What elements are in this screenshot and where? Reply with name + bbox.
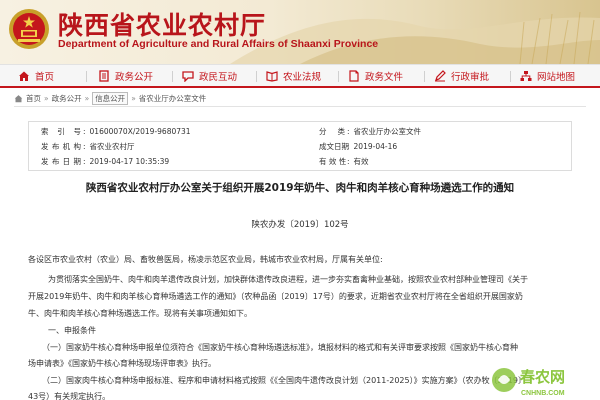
breadcrumb-separator: » — [131, 93, 136, 103]
nav-item-sitemap[interactable]: 网站地图 — [520, 65, 575, 87]
divider — [14, 106, 586, 107]
meta-label: 成文日期 — [319, 141, 349, 151]
site-header: 陕西省农业农村厅 Department of Agriculture and R… — [0, 0, 600, 64]
nav-item-regulations[interactable]: 农业法规 — [266, 65, 321, 87]
nav-item-gov-documents[interactable]: 政务文件 — [348, 65, 403, 87]
watermark-logo: 春农网 CNHNB.COM — [492, 368, 565, 397]
breadcrumb-item-gov-affairs[interactable]: 政务公开 — [52, 93, 82, 104]
meta-index-value: 01600070X/2019-9680731 — [89, 126, 191, 136]
nav-item-label: 网站地图 — [537, 72, 576, 83]
pen-icon — [435, 70, 446, 82]
meta-label: 索 引 号 — [41, 126, 81, 136]
meta-label: 分 类 — [319, 126, 345, 136]
article-paragraph-line: 为贯彻落实全国奶牛、肉牛和肉羊遗传改良计划，加快群体遗传改良进程，进一步夯实畜禽… — [48, 275, 528, 284]
meta-category-value: 省农业厅办公室文件 — [353, 126, 422, 136]
site-subtitle: Department of Agriculture and Rural Affa… — [58, 38, 379, 50]
main-nav: 首页 政务公开 政民互动 农业法规 政务文件 行政审批 网站地图 — [0, 64, 600, 88]
article-paragraph-line: （二）国家肉牛核心育种场申报标准、程序和申请材料格式按照《《全国肉牛遗传改良计划… — [42, 376, 526, 385]
document-meta-box: 索 引 号: 01600070X/2019-9680731 分 类: 省农业厅办… — [28, 121, 572, 171]
watermark-text-en: CNHNB.COM — [521, 390, 565, 397]
chat-icon — [182, 71, 194, 82]
sitemap-icon — [520, 71, 532, 81]
nav-item-label: 首页 — [35, 72, 55, 83]
section-heading: 一、申报条件 — [48, 326, 96, 335]
nav-item-label: 农业法规 — [283, 72, 322, 83]
article-title: 陕西省农业农村厅办公室关于组织开展2019年奶牛、肉牛和肉羊核心育种场遴选工作的… — [85, 182, 515, 194]
meta-row: 发布日期: 2019-04-17 10:35:39 — [41, 156, 170, 166]
nav-divider — [338, 71, 339, 82]
site-title[interactable]: 陕西省农业农村厅 — [58, 6, 266, 42]
nav-divider — [256, 71, 257, 82]
nav-item-label: 行政审批 — [451, 72, 490, 83]
article-paragraph-line: 场申请表》《国家奶牛核心育种场现场评审表》执行。 — [28, 359, 216, 368]
meta-row: 索 引 号: 01600070X/2019-9680731 — [41, 126, 191, 136]
article-recipients: 各设区市农业农村（农业）局、畜牧兽医局，杨凌示范区农业局，韩城市农业农村局，厅属… — [28, 255, 383, 264]
nav-item-label: 政民互动 — [199, 72, 238, 83]
file-icon — [349, 70, 359, 82]
nav-divider — [424, 71, 425, 82]
home-icon — [19, 71, 29, 81]
meta-pub-date-value: 2019-04-17 10:35:39 — [89, 156, 170, 166]
nav-divider — [510, 71, 511, 82]
meta-doc-date-value: 2019-04-16 — [353, 141, 398, 151]
document-number: 陕农办发〔2019〕102号 — [251, 220, 349, 230]
nav-divider — [172, 71, 173, 82]
meta-row: 分 类: 省农业厅办公室文件 — [319, 126, 422, 136]
breadcrumb-separator: » — [84, 93, 90, 103]
nav-item-approval[interactable]: 行政审批 — [434, 65, 489, 87]
breadcrumb-item-home[interactable]: 首页 — [26, 93, 41, 104]
breadcrumb-item-office-files[interactable]: 省农业厅办公室文件 — [139, 93, 207, 104]
home-icon — [14, 94, 23, 102]
meta-validity-value: 有效 — [353, 156, 369, 166]
breadcrumb-item-info[interactable]: 信息公开 — [92, 91, 129, 105]
meta-row: 有 效 性: 有效 — [319, 156, 369, 166]
nav-item-interaction[interactable]: 政民互动 — [182, 65, 237, 87]
meta-row: 成文日期: 2019-04-16 — [319, 141, 398, 151]
article-paragraph-line: （一）国家奶牛核心育种场申报单位须符合《国家奶牛核心育种场遴选标准》，填报材料的… — [42, 343, 518, 352]
breadcrumb: 首页 » 政务公开 » 信息公开 » 省农业厅办公室文件 — [14, 91, 206, 105]
national-emblem-icon[interactable] — [8, 8, 50, 50]
article-paragraph-line: 牛、肉牛和肉羊核心育种场遴选工作。现将有关事项通知如下。 — [28, 309, 252, 318]
meta-publisher-value: 省农业农村厅 — [89, 141, 135, 151]
article-paragraph-line: 开展2019年奶牛、肉牛和肉羊核心育种场遴选工作的通知》（农种品函〔2019〕1… — [28, 292, 523, 301]
watermark-text-cn: 春农网 — [520, 368, 565, 386]
meta-row: 发布机构: 省农业农村厅 — [41, 141, 135, 151]
nav-item-gov-affairs[interactable]: 政务公开 — [98, 65, 153, 87]
nav-item-label: 政务文件 — [365, 72, 404, 83]
document-icon — [99, 70, 109, 82]
nav-item-label: 政务公开 — [115, 72, 154, 83]
meta-label: 发布机构 — [41, 141, 81, 151]
book-icon — [266, 71, 278, 82]
nav-item-home[interactable]: 首页 — [18, 65, 54, 87]
meta-label: 有 效 性 — [319, 156, 347, 166]
nav-divider — [86, 71, 87, 82]
article-paragraph-line: 43号）有关规定执行。 — [28, 392, 111, 400]
meta-label: 发布日期 — [41, 156, 81, 166]
breadcrumb-separator: » — [44, 93, 49, 103]
